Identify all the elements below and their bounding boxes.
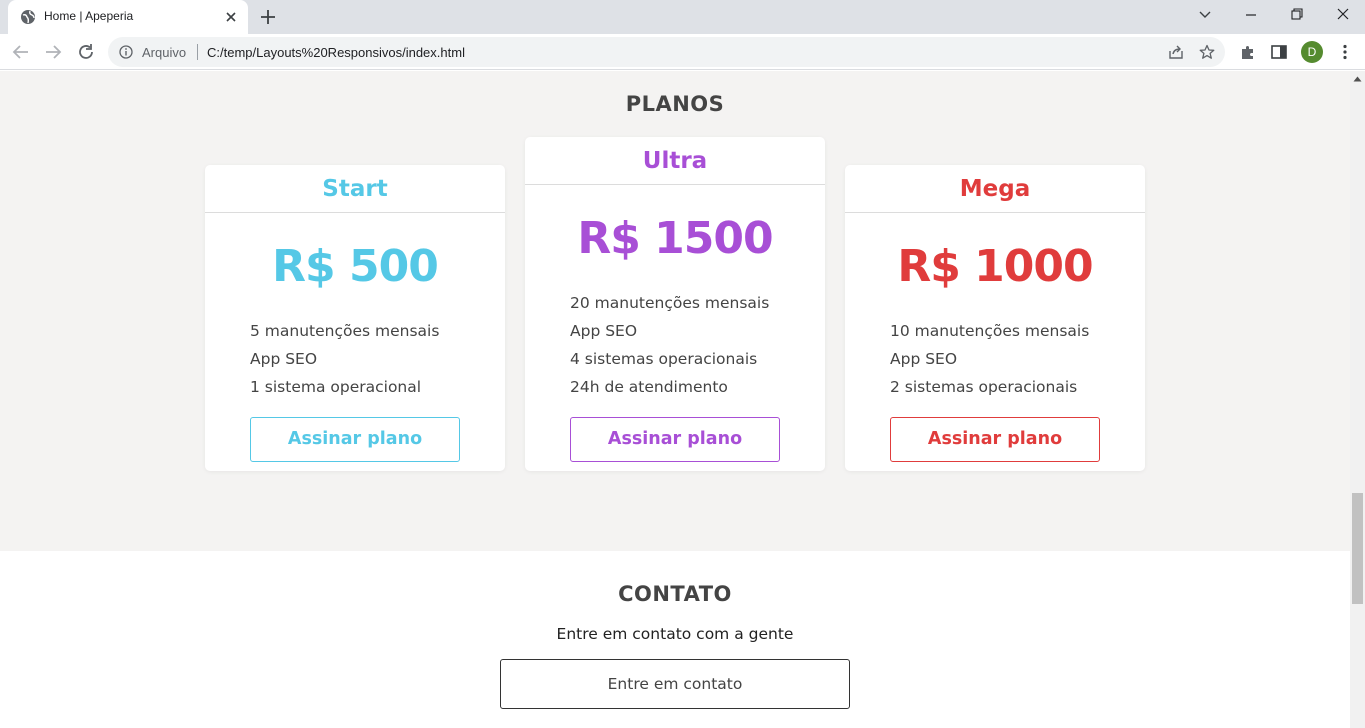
close-window-button[interactable] — [1320, 0, 1365, 30]
plan-card-mega: Mega R$ 1000 10 manutenções mensais App … — [845, 165, 1145, 471]
contact-button[interactable]: Entre em contato — [500, 659, 850, 709]
back-icon[interactable] — [10, 41, 32, 63]
tab-search-button[interactable] — [1182, 0, 1228, 30]
subscribe-start-button[interactable]: Assinar plano — [250, 417, 460, 462]
contact-subtitle: Entre em contato com a gente — [556, 625, 794, 643]
plan-name: Ultra — [525, 137, 825, 185]
profile-avatar[interactable]: D — [1301, 41, 1323, 63]
info-icon[interactable] — [119, 45, 133, 59]
plan-features: 5 manutenções mensais App SEO 1 sistema … — [250, 317, 505, 401]
plan-features: 20 manutenções mensais App SEO 4 sistema… — [570, 289, 825, 401]
chevron-down-icon — [1199, 11, 1211, 18]
contact-section: CONTATO Entre em contato com a gente Ent… — [0, 551, 1350, 728]
globe-icon — [21, 10, 35, 24]
plan-name: Mega — [845, 165, 1145, 213]
close-window-icon — [1337, 8, 1349, 20]
subscribe-ultra-button[interactable]: Assinar plano — [570, 417, 780, 462]
share-icon[interactable] — [1168, 44, 1184, 60]
extensions-icon[interactable] — [1239, 43, 1257, 61]
plan-features: 10 manutenções mensais App SEO 2 sistema… — [890, 317, 1145, 401]
plan-feature: 10 manutenções mensais — [890, 322, 1090, 340]
plan-name: Start — [205, 165, 505, 213]
minimize-button[interactable] — [1228, 0, 1274, 30]
plan-card-ultra: Ultra R$ 1500 20 manutenções mensais App… — [525, 137, 825, 471]
browser-tab[interactable]: Home | Apeperia — [8, 0, 248, 34]
plan-feature: 24h de atendimento — [570, 378, 728, 396]
plans-title: PLANOS — [625, 92, 725, 116]
plan-card-start: Start R$ 500 5 manutenções mensais App S… — [205, 165, 505, 471]
scrollbar-thumb[interactable] — [1352, 493, 1363, 604]
plan-feature: 20 manutenções mensais — [570, 294, 770, 312]
forward-icon[interactable] — [42, 41, 64, 63]
tab-strip: Home | Apeperia — [0, 0, 1365, 34]
plans-section: PLANOS Start R$ 500 5 manutenções mensai… — [0, 71, 1350, 551]
plan-price: R$ 1000 — [897, 241, 1093, 292]
plan-feature: App SEO — [250, 350, 318, 368]
close-icon[interactable] — [222, 8, 240, 26]
page-viewport: PLANOS Start R$ 500 5 manutenções mensai… — [0, 71, 1350, 728]
plus-icon[interactable] — [258, 7, 278, 27]
plan-feature: 5 manutenções mensais — [250, 322, 440, 340]
plan-price: R$ 1500 — [577, 213, 773, 264]
plan-feature: App SEO — [570, 322, 638, 340]
address-separator — [197, 44, 198, 60]
contact-title: CONTATO — [618, 582, 732, 606]
restore-button[interactable] — [1274, 0, 1320, 30]
reload-icon[interactable] — [75, 41, 97, 63]
subscribe-mega-button[interactable]: Assinar plano — [890, 417, 1100, 462]
browser-toolbar: Arquivo C:/temp/Layouts%20Responsivos/in… — [0, 34, 1365, 70]
scroll-up-arrow-icon[interactable] — [1353, 75, 1362, 83]
plan-feature: 4 sistemas operacionais — [570, 350, 758, 368]
menu-icon[interactable] — [1336, 43, 1354, 61]
minimize-icon — [1246, 14, 1256, 16]
side-panel-icon[interactable] — [1270, 43, 1288, 61]
restore-icon — [1291, 8, 1303, 20]
plan-feature: 2 sistemas operacionais — [890, 378, 1078, 396]
tab-title: Home | Apeperia — [44, 9, 134, 23]
plan-feature: App SEO — [890, 350, 958, 368]
star-icon[interactable] — [1199, 44, 1215, 60]
address-bar[interactable]: Arquivo C:/temp/Layouts%20Responsivos/in… — [108, 37, 1225, 67]
page-scrollbar[interactable] — [1350, 71, 1365, 728]
plan-price: R$ 500 — [272, 241, 439, 292]
plan-feature: 1 sistema operacional — [250, 378, 422, 396]
url-text[interactable]: C:/temp/Layouts%20Responsivos/index.html — [207, 45, 465, 60]
scheme-label: Arquivo — [142, 45, 187, 60]
